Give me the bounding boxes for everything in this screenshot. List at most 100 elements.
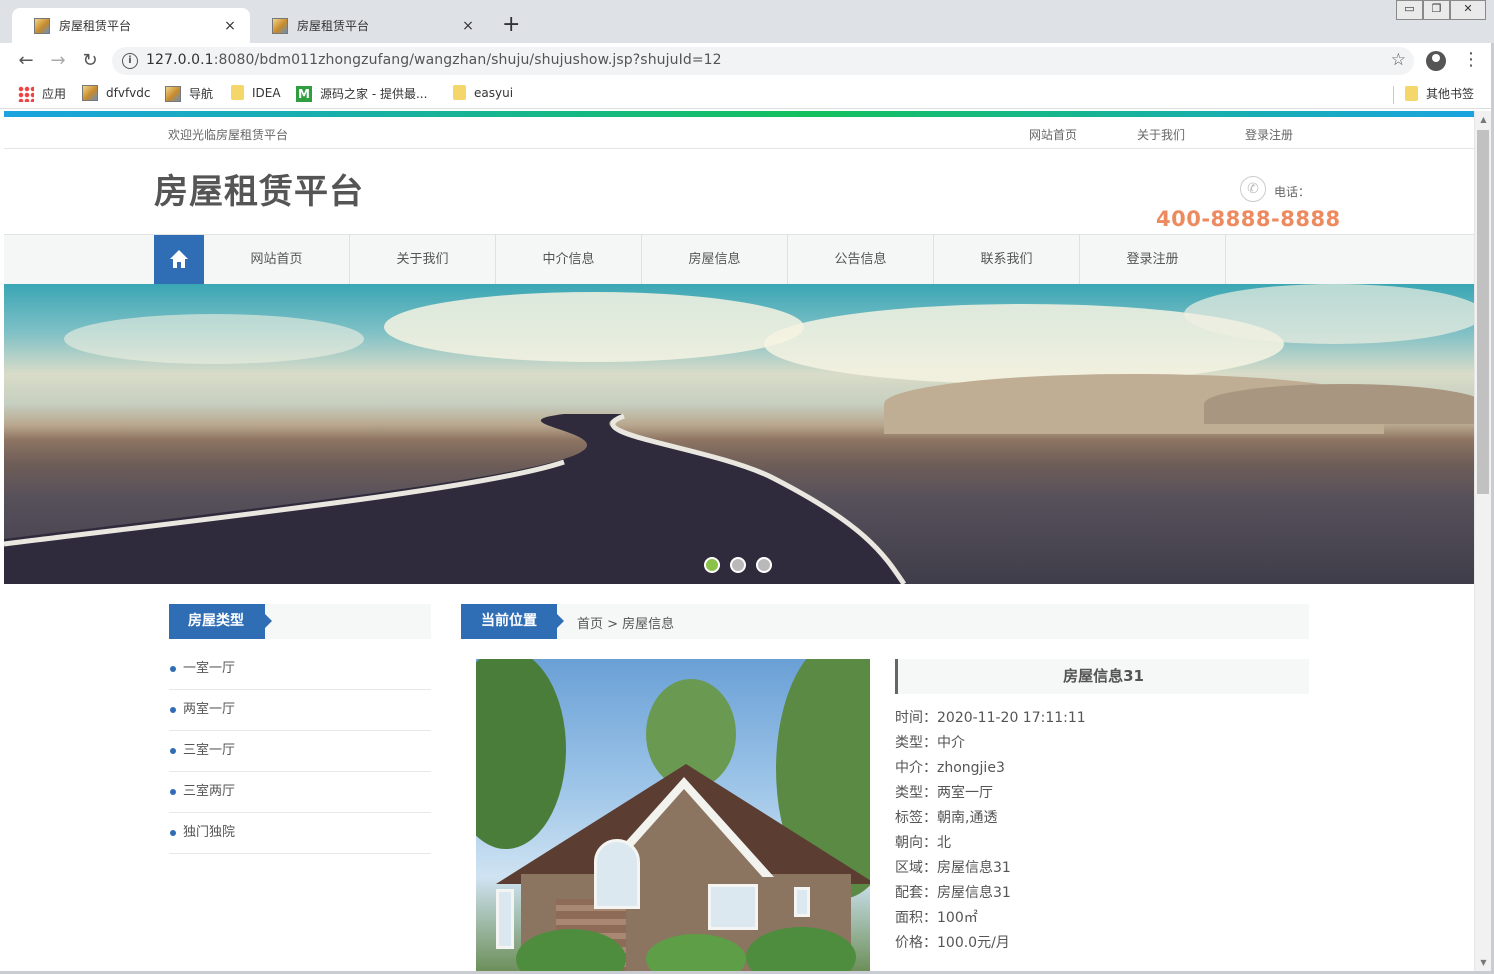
slider-dot[interactable] xyxy=(704,557,720,573)
restore-window-icon[interactable]: ❐ xyxy=(1423,0,1450,20)
sidebar-header: 房屋类型 xyxy=(169,604,431,639)
phone-icon: ✆ xyxy=(1240,176,1266,202)
road-image xyxy=(4,413,907,584)
bookmark-label: 应用 xyxy=(42,87,67,101)
bookmark-label: dfvfvdc xyxy=(106,86,151,100)
page-icon xyxy=(82,85,98,101)
house-photo xyxy=(476,659,870,971)
detail-field: 标签：朝南,通透 xyxy=(895,810,998,826)
bookmark-label: 源码之家 - 提供最... xyxy=(320,87,428,101)
top-link-home[interactable]: 网站首页 xyxy=(1029,126,1077,143)
browser-tab[interactable]: 房屋租赁平台 × xyxy=(250,8,488,43)
welcome-text: 欢迎光临房屋租赁平台 xyxy=(168,128,289,142)
detail-title: 房屋信息31 xyxy=(895,659,1309,694)
vertical-scrollbar[interactable]: ▲ ▼ xyxy=(1474,111,1491,971)
home-icon xyxy=(170,250,188,268)
main-nav: 网站首页 关于我们 中介信息 房屋信息 公告信息 联系我们 登录注册 xyxy=(4,234,1474,285)
detail-field: 朝向：北 xyxy=(895,835,951,851)
nav-home-button[interactable] xyxy=(154,235,204,285)
bookmark-folder[interactable]: easyui xyxy=(453,85,513,100)
close-window-icon[interactable]: ✕ xyxy=(1450,0,1486,20)
detail-field: 类型：中介 xyxy=(895,735,965,751)
back-arrow-icon[interactable]: ← xyxy=(14,49,38,73)
url-path: :8080/bdm011zhongzufang/wangzhan/shuju/s… xyxy=(213,52,722,68)
category-item[interactable]: 一室一厅 xyxy=(169,649,431,690)
category-item[interactable]: 三室一厅 xyxy=(169,731,431,772)
forward-arrow-icon[interactable]: → xyxy=(46,49,70,73)
scroll-up-icon[interactable]: ▲ xyxy=(1475,111,1492,128)
tab-title: 房屋租赁平台 xyxy=(297,19,370,33)
reload-icon[interactable]: ↻ xyxy=(78,49,102,73)
slider-dot[interactable] xyxy=(730,557,746,573)
sidebar-heading: 房屋类型 xyxy=(169,604,272,639)
breadcrumb-heading: 当前位置 xyxy=(461,604,564,639)
phone-label: 电话： xyxy=(1274,185,1311,199)
close-tab-icon[interactable]: × xyxy=(222,18,238,34)
bookmarks-bar: 应用 dfvfvdc 导航 IDEA M 源码之家 - 提供最... easyui… xyxy=(0,79,1494,109)
nav-item-home[interactable]: 网站首页 xyxy=(204,235,350,285)
page-viewport: 欢迎光临房屋租赁平台 网站首页 关于我们 登录注册 房屋租赁平台 ✆ 电话： 4… xyxy=(4,111,1474,971)
bookmark-separator xyxy=(1393,86,1394,104)
nav-item-about[interactable]: 关于我们 xyxy=(350,235,496,285)
nav-item-notices[interactable]: 公告信息 xyxy=(788,235,934,285)
top-link-login[interactable]: 登录注册 xyxy=(1245,126,1293,143)
other-bookmarks-folder[interactable]: 其他书签 xyxy=(1405,85,1474,102)
new-tab-button[interactable]: + xyxy=(502,14,520,36)
page-icon xyxy=(165,85,181,102)
bookmark-folder[interactable]: IDEA xyxy=(231,85,281,100)
top-link-about[interactable]: 关于我们 xyxy=(1137,126,1185,143)
bookmark-item[interactable]: dfvfvdc xyxy=(82,85,150,101)
m-icon: M xyxy=(296,85,312,102)
banner-slider xyxy=(4,284,1474,584)
detail-field: 类型：两室一厅 xyxy=(895,785,993,801)
close-tab-icon[interactable]: × xyxy=(460,18,476,34)
top-bar: 欢迎光临房屋租赁平台 网站首页 关于我们 登录注册 xyxy=(4,117,1474,149)
phone-number: 400-8888-8888 xyxy=(1156,207,1341,231)
breadcrumb-path[interactable]: 首页 > 房屋信息 xyxy=(577,613,674,632)
detail-field: 时间：2020-11-20 17:11:11 xyxy=(895,710,1086,726)
category-item[interactable]: 两室一厅 xyxy=(169,690,431,731)
slider-dot[interactable] xyxy=(756,557,772,573)
category-item[interactable]: 独门独院 xyxy=(169,813,431,854)
detail-field: 配套：房屋信息31 xyxy=(895,885,1011,901)
folder-icon xyxy=(1405,86,1418,101)
page-favicon-icon xyxy=(34,17,50,34)
nav-item-login[interactable]: 登录注册 xyxy=(1080,235,1226,285)
bookmark-label: 其他书签 xyxy=(1426,87,1475,101)
detail-field: 中介：zhongjie3 xyxy=(895,760,1005,776)
bookmark-item[interactable]: 导航 xyxy=(165,85,213,102)
tab-strip: 房屋租赁平台 × 房屋租赁平台 × + ▭ ❐ ✕ xyxy=(0,0,1494,43)
site-header: 房屋租赁平台 ✆ 电话： 400-8888-8888 xyxy=(4,149,1474,235)
nav-item-houses[interactable]: 房屋信息 xyxy=(642,235,788,285)
nav-item-agents[interactable]: 中介信息 xyxy=(496,235,642,285)
browser-toolbar: ← → ↻ i 127.0.0.1:8080/bdm011zhongzufang… xyxy=(0,43,1494,79)
url-host: 127.0.0.1 xyxy=(146,52,214,68)
bookmark-label: IDEA xyxy=(252,85,281,100)
bookmark-label: easyui xyxy=(474,85,514,100)
bookmark-label: 导航 xyxy=(189,87,214,101)
bookmark-apps[interactable]: 应用 xyxy=(18,85,66,102)
apps-icon xyxy=(18,85,34,102)
bookmark-item[interactable]: M 源码之家 - 提供最... xyxy=(296,85,427,102)
page-favicon-icon xyxy=(272,17,288,34)
detail-field: 面积：100㎡ xyxy=(895,910,978,926)
detail-field: 区域：房屋信息31 xyxy=(895,860,1011,876)
minimize-window-icon[interactable]: ▭ xyxy=(1396,0,1423,20)
scroll-down-icon[interactable]: ▼ xyxy=(1475,954,1492,971)
nav-item-contact[interactable]: 联系我们 xyxy=(934,235,1080,285)
tab-title: 房屋租赁平台 xyxy=(59,19,132,33)
site-info-icon[interactable]: i xyxy=(122,53,138,69)
url-text[interactable]: 127.0.0.1:8080/bdm011zhongzufang/wangzha… xyxy=(146,52,722,68)
site-title: 房屋租赁平台 xyxy=(154,172,364,212)
breadcrumb: 当前位置 首页 > 房屋信息 xyxy=(461,604,1309,639)
browser-tab-active[interactable]: 房屋租赁平台 × xyxy=(12,8,250,43)
scrollbar-thumb[interactable] xyxy=(1477,130,1489,494)
folder-icon xyxy=(231,85,244,100)
profile-avatar-icon[interactable] xyxy=(1426,51,1446,71)
browser-menu-icon[interactable]: ⋮ xyxy=(1462,50,1480,70)
detail-field: 价格：100.0元/月 xyxy=(895,935,1010,951)
folder-icon xyxy=(453,85,466,100)
bookmark-star-icon[interactable]: ☆ xyxy=(1391,50,1406,70)
address-bar[interactable]: i 127.0.0.1:8080/bdm011zhongzufang/wangz… xyxy=(112,47,1414,75)
category-item[interactable]: 三室两厅 xyxy=(169,772,431,813)
